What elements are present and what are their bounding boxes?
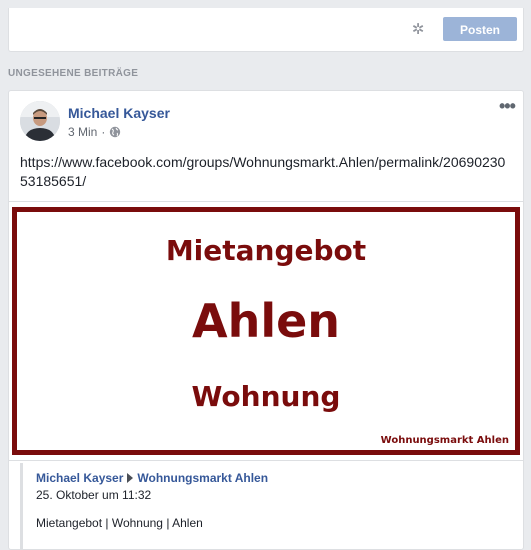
post-link-text[interactable]: https://www.facebook.com/groups/Wohnungs… xyxy=(20,153,512,191)
post-card: Michael Kayser 3 Min · ••• https://www.f… xyxy=(8,90,524,550)
embedded-author-line: Michael Kayser Wohnungsmarkt Ahlen xyxy=(36,471,268,485)
embedded-date[interactable]: 25. Oktober um 11:32 xyxy=(36,488,151,502)
flyer-title: Mietangebot xyxy=(165,234,367,267)
composer-footer: ✲ Posten xyxy=(8,8,524,52)
shared-image[interactable]: Mietangebot Ahlen Wohnung Wohnungsmarkt … xyxy=(9,201,523,461)
embedded-post[interactable]: Michael Kayser Wohnungsmarkt Ahlen 25. O… xyxy=(20,463,512,549)
post-time[interactable]: 3 Min xyxy=(68,125,97,139)
meta-separator: · xyxy=(101,125,106,139)
flyer-type: Wohnung xyxy=(191,380,341,413)
flyer-frame: Mietangebot Ahlen Wohnung Wohnungsmarkt … xyxy=(12,207,520,455)
post-meta: 3 Min · xyxy=(68,125,121,139)
flyer-brand: Wohnungsmarkt Ahlen xyxy=(380,435,509,446)
embedded-group[interactable]: Wohnungsmarkt Ahlen xyxy=(137,471,268,485)
avatar[interactable] xyxy=(20,101,60,141)
avatar-image xyxy=(20,101,60,141)
flyer-city: Ahlen xyxy=(191,294,341,348)
embedded-author[interactable]: Michael Kayser xyxy=(36,471,123,485)
more-options-icon[interactable]: ••• xyxy=(499,97,516,115)
post-author[interactable]: Michael Kayser xyxy=(68,105,170,121)
embedded-text: Mietangebot | Wohnung | Ahlen xyxy=(36,516,203,530)
gear-icon[interactable]: ✲ xyxy=(410,22,426,38)
arrow-right-icon xyxy=(127,473,134,483)
globe-icon xyxy=(110,126,121,138)
section-heading: UNGESEHENE BEITRÄGE xyxy=(8,68,139,79)
post-button[interactable]: Posten xyxy=(443,17,517,41)
